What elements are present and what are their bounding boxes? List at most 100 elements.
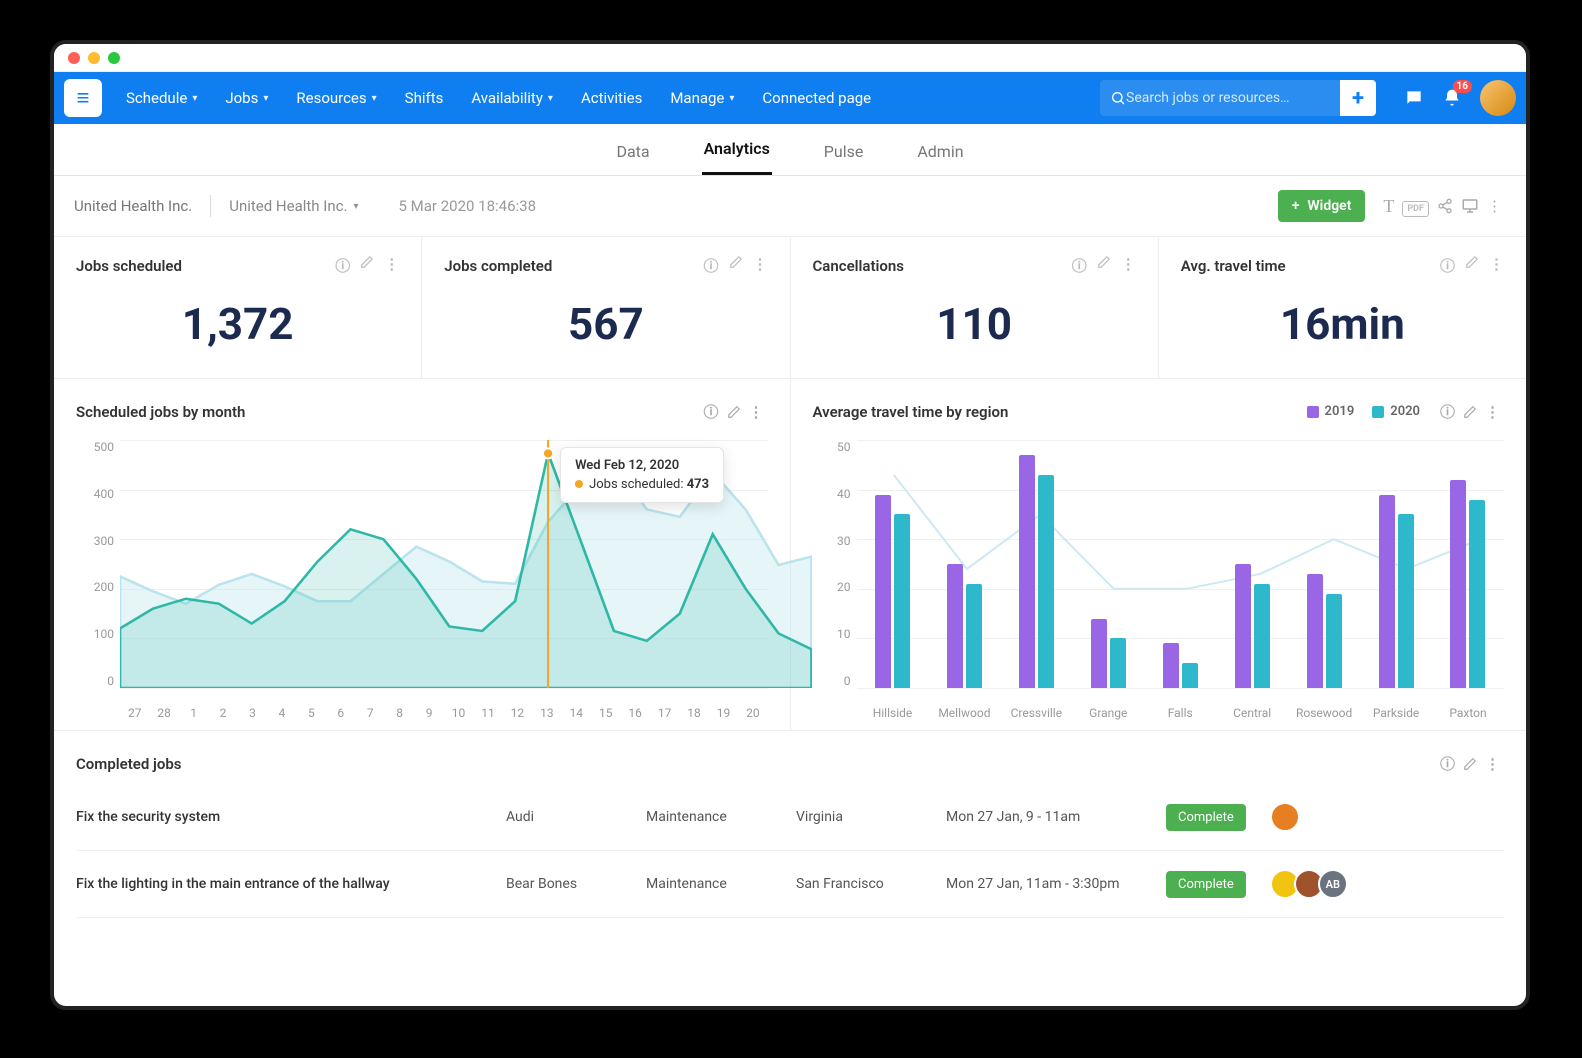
chat-icon[interactable] xyxy=(1404,88,1424,108)
bar[interactable] xyxy=(1254,584,1270,688)
info-icon[interactable]: ⓘ xyxy=(1436,397,1459,426)
kpi-card: Avg. travel time ⓘ ⋮ 16min xyxy=(1159,237,1526,379)
kpi-value: 567 xyxy=(444,298,767,350)
nav-activities[interactable]: Activities xyxy=(569,81,654,115)
bar-group xyxy=(1288,440,1360,688)
more-icon[interactable]: ⋮ xyxy=(1121,255,1136,276)
info-icon[interactable]: ⓘ xyxy=(1436,749,1459,778)
nav-schedule[interactable]: Schedule▾ xyxy=(114,81,209,115)
job-time: Mon 27 Jan, 9 - 11am xyxy=(946,809,1166,825)
bar[interactable] xyxy=(947,564,963,688)
maximize-window-icon[interactable] xyxy=(108,52,120,64)
search-input[interactable] xyxy=(1126,90,1330,106)
share-icon[interactable] xyxy=(1433,194,1457,218)
nav-shifts[interactable]: Shifts xyxy=(393,81,456,115)
info-icon[interactable]: ⓘ xyxy=(1440,255,1455,276)
bar[interactable] xyxy=(1110,638,1126,688)
job-location: Virginia xyxy=(796,809,946,825)
legend-item[interactable]: 2020 xyxy=(1372,404,1420,419)
minimize-window-icon[interactable] xyxy=(88,52,100,64)
close-window-icon[interactable] xyxy=(68,52,80,64)
job-title: Fix the lighting in the main entrance of… xyxy=(76,876,506,892)
search-icon xyxy=(1110,90,1126,106)
nav-connected-page[interactable]: Connected page xyxy=(750,81,883,115)
job-row[interactable]: Fix the lighting in the main entrance of… xyxy=(76,851,1504,918)
display-icon[interactable] xyxy=(1457,193,1483,219)
bar-group xyxy=(1144,440,1216,688)
kpi-value: 16min xyxy=(1181,298,1504,350)
edit-icon[interactable] xyxy=(723,401,745,423)
chevron-down-icon: ▾ xyxy=(548,93,553,104)
more-icon[interactable]: ⋮ xyxy=(753,255,768,276)
legend-item[interactable]: 2019 xyxy=(1307,404,1355,419)
assignee-avatar[interactable]: AB xyxy=(1318,869,1348,899)
tab-pulse[interactable]: Pulse xyxy=(822,128,866,175)
search-container xyxy=(1100,80,1340,116)
bar[interactable] xyxy=(1038,475,1054,688)
info-icon[interactable]: ⓘ xyxy=(699,397,722,426)
bell-icon[interactable]: 16 xyxy=(1442,88,1462,108)
bar[interactable] xyxy=(1182,663,1198,688)
job-client: Bear Bones xyxy=(506,876,646,892)
timestamp: 5 Mar 2020 18:46:38 xyxy=(399,197,537,215)
bar[interactable] xyxy=(1469,500,1485,688)
info-icon[interactable]: ⓘ xyxy=(335,255,350,276)
pdf-export-icon[interactable]: PDF xyxy=(1398,193,1433,219)
tab-analytics[interactable]: Analytics xyxy=(702,125,772,175)
edit-icon[interactable] xyxy=(1465,255,1479,276)
edit-icon[interactable] xyxy=(360,255,374,276)
section-title: Completed jobs xyxy=(76,755,181,773)
more-icon[interactable]: ⋮ xyxy=(1481,751,1504,777)
bar[interactable] xyxy=(1450,480,1466,688)
bar[interactable] xyxy=(1163,643,1179,688)
edit-icon[interactable] xyxy=(1459,401,1481,423)
nav-resources[interactable]: Resources▾ xyxy=(284,81,388,115)
bar[interactable] xyxy=(875,495,891,688)
more-icon[interactable]: ⋮ xyxy=(1481,399,1504,425)
chart-title: Scheduled jobs by month xyxy=(76,403,245,421)
edit-icon[interactable] xyxy=(729,255,743,276)
bar-group xyxy=(1072,440,1144,688)
text-tool-icon[interactable]: T xyxy=(1379,192,1398,221)
bar[interactable] xyxy=(1398,514,1414,688)
chevron-down-icon: ▾ xyxy=(353,201,358,212)
tab-admin[interactable]: Admin xyxy=(915,128,965,175)
bar[interactable] xyxy=(1379,495,1395,688)
sub-header: United Health Inc. United Health Inc. ▾ … xyxy=(54,176,1526,237)
job-row[interactable]: Fix the security system Audi Maintenance… xyxy=(76,784,1504,851)
bar[interactable] xyxy=(966,584,982,688)
kpi-card: Jobs scheduled ⓘ ⋮ 1,372 xyxy=(54,237,422,379)
context-dropdown[interactable]: United Health Inc. ▾ xyxy=(229,197,358,215)
edit-icon[interactable] xyxy=(1097,255,1111,276)
add-widget-button[interactable]: + Widget xyxy=(1278,190,1366,222)
info-icon[interactable]: ⓘ xyxy=(1072,255,1087,276)
more-icon[interactable]: ⋮ xyxy=(1483,193,1506,219)
nav-jobs[interactable]: Jobs▾ xyxy=(213,81,280,115)
more-icon[interactable]: ⋮ xyxy=(384,255,399,276)
plus-icon: + xyxy=(1292,198,1300,214)
nav-manage[interactable]: Manage▾ xyxy=(658,81,746,115)
assignee-avatar[interactable] xyxy=(1270,802,1300,832)
tab-data[interactable]: Data xyxy=(614,128,651,175)
bar[interactable] xyxy=(1019,455,1035,688)
chevron-down-icon: ▾ xyxy=(729,93,734,104)
complete-button[interactable]: Complete xyxy=(1166,804,1246,831)
completed-jobs-section: Completed jobs ⓘ ⋮ Fix the security syst… xyxy=(54,731,1526,936)
nav-availability[interactable]: Availability▾ xyxy=(459,81,565,115)
bar[interactable] xyxy=(1307,574,1323,688)
app-logo[interactable]: ≡ xyxy=(64,79,102,117)
add-button[interactable]: + xyxy=(1340,80,1376,116)
bar-group xyxy=(1000,440,1072,688)
info-icon[interactable]: ⓘ xyxy=(703,255,718,276)
kpi-card: Jobs completed ⓘ ⋮ 567 xyxy=(422,237,790,379)
job-time: Mon 27 Jan, 11am - 3:30pm xyxy=(946,876,1166,892)
complete-button[interactable]: Complete xyxy=(1166,871,1246,898)
edit-icon[interactable] xyxy=(1459,753,1481,775)
bar[interactable] xyxy=(1326,594,1342,688)
bar[interactable] xyxy=(894,514,910,688)
user-avatar[interactable] xyxy=(1480,80,1516,116)
more-icon[interactable]: ⋮ xyxy=(745,399,768,425)
more-icon[interactable]: ⋮ xyxy=(1489,255,1504,276)
bar[interactable] xyxy=(1091,619,1107,688)
bar[interactable] xyxy=(1235,564,1251,688)
